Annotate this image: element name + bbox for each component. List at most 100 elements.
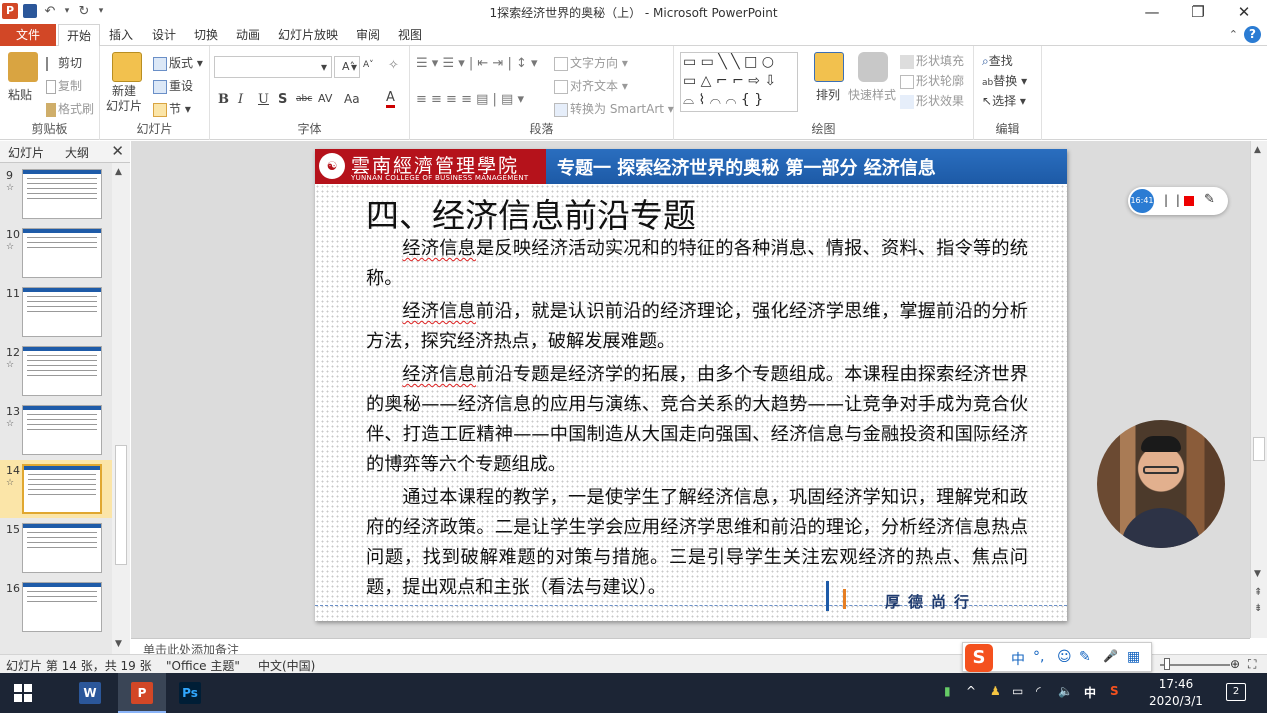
replace-button[interactable]: ab替换 ▾ [982,72,1027,89]
scroll-up-icon[interactable]: ▲ [115,167,122,177]
scroll-up-icon[interactable]: ▲ [1254,145,1261,155]
shrink-font-button[interactable]: A˅ [363,60,374,70]
action-center-icon[interactable]: 2 [1226,683,1246,701]
fit-to-window-icon[interactable]: ⛶ [1248,657,1256,672]
align-text-button[interactable]: 对齐文本 ▾ [554,77,628,94]
shape-fill-button[interactable]: 形状填充 [900,52,964,69]
volume-icon[interactable]: 🔈 [1058,684,1073,698]
change-case-button[interactable]: Aa [344,92,360,106]
scroll-thumb[interactable] [1253,437,1265,461]
tab-slides[interactable]: 幻灯片 [8,144,44,161]
topic-header[interactable]: 专题一 探索经济世界的奥秘 第一部分 经济信息 [557,154,936,180]
paste-button[interactable]: 粘贴 [8,86,32,103]
scroll-thumb[interactable] [115,445,127,565]
help-icon[interactable]: ? [1244,26,1261,43]
scroll-down-icon[interactable]: ▼ [1254,569,1261,579]
ime-emoji-icon[interactable]: ☺ [1057,649,1072,665]
ime-toolbar[interactable]: S 中 °, ☺ ✎ 🎤 ▦ [962,642,1152,672]
sogou-ime-logo-icon[interactable]: S [965,644,993,672]
taskbar-powerpoint[interactable]: P [118,673,166,713]
battery-icon[interactable]: ▮ [944,684,951,698]
shapes-gallery[interactable]: ▭ ▭ ╲ ╲ □ ○ ▭ △ ⌐ ⌐ ⇨ ⇩ ⌓ ⌇ ⌒ ⌒ { } [680,52,798,112]
slide-thumbnail-13[interactable]: 13 ☆ [0,401,112,459]
pause-recording-icon[interactable]: | | [1164,193,1182,207]
minimize-button[interactable]: — [1129,0,1175,24]
ime-toolbox-icon[interactable]: ▦ [1127,649,1140,665]
new-slide-icon[interactable] [112,52,142,82]
tab-slideshow[interactable]: 幻灯片放映 [270,24,346,46]
tab-outline[interactable]: 大纲 [65,144,89,161]
shape-outline-button[interactable]: 形状轮廓 [900,72,964,89]
copy-button[interactable]: 复制 [46,77,82,94]
section-button[interactable]: 节 ▾ [153,100,191,117]
tab-file[interactable]: 文件 [0,24,56,46]
slide-title[interactable]: 四、经济信息前沿专题 [366,189,696,237]
strikethrough-button[interactable]: abc [296,94,312,104]
thumbnail-scrollbar[interactable]: ▲ ▼ [112,163,130,654]
clear-format-button[interactable]: ✧ [388,58,399,73]
quick-styles-button[interactable]: 快速样式 [848,86,896,103]
sogou-tray-icon[interactable]: S [1110,684,1119,698]
tab-home[interactable]: 开始 [58,24,101,47]
slide-thumbnail-12[interactable]: 12 ☆ [0,342,112,400]
screen-recorder-widget[interactable]: 16:41 | | ✎ [1128,187,1228,215]
arrange-button[interactable]: 排列 [816,86,840,103]
shape-effects-button[interactable]: 形状效果 [900,92,964,109]
slide-thumbnail-15[interactable]: 15 [0,519,112,577]
ime-handwriting-icon[interactable]: ✎ [1079,649,1091,665]
input-language-indicator[interactable]: 中 [1084,684,1096,701]
tab-insert[interactable]: 插入 [101,24,141,46]
previous-slide-icon[interactable]: ⇞ [1254,587,1262,598]
ime-language-toggle[interactable]: 中 [1011,649,1025,669]
select-button[interactable]: ↖选择 ▾ [982,92,1026,109]
close-pane-icon[interactable]: ✕ [111,142,124,160]
text-direction-button[interactable]: 文字方向 ▾ [554,54,628,71]
slide-thumbnail-14[interactable]: 14 ☆ [0,460,112,518]
collapse-ribbon-icon[interactable]: ⌃ [1229,28,1238,41]
smartart-button[interactable]: 转换为 SmartArt ▾ [554,100,674,117]
font-color-button[interactable]: A [386,90,395,108]
taskbar-photoshop[interactable]: Ps [166,673,214,713]
close-button[interactable]: ✕ [1221,0,1267,24]
taskbar-word[interactable]: W [66,673,114,713]
new-slide-button[interactable]: 新建 幻灯片 [106,84,142,114]
language-status[interactable]: 中文(中国) [258,657,315,674]
align-buttons[interactable]: ≡ ≡ ≡ ≡ ▤ | ▤ ▾ [416,92,524,107]
slide-canvas[interactable]: ☯ 雲南經濟管理學院 YUNNAN COLLEGE OF BUSINESS MA… [315,149,1067,621]
underline-button[interactable]: U [258,92,269,107]
bullets-button[interactable]: ☰ ▾ ☰ ▾ | ⇤ ⇥ | ↕ ▾ [416,56,538,71]
ime-punctuation-toggle[interactable]: °, [1033,649,1044,665]
restore-button[interactable]: ❐ [1175,0,1221,24]
bold-button[interactable]: B [218,92,229,107]
slide-scrollbar[interactable]: ▲ ▼ ⇞ ⇟ [1250,141,1267,638]
slide-thumbnail-9[interactable]: 9 ☆ [0,165,112,223]
italic-button[interactable]: I [238,92,243,107]
zoom-slider[interactable] [1160,664,1230,666]
start-button-icon[interactable] [14,684,32,702]
notes-placeholder[interactable]: 单击此处添加备注 [143,641,239,654]
find-button[interactable]: ⌕查找 [982,52,1013,69]
format-painter-button[interactable]: 格式刷 [46,100,94,117]
shadow-button[interactable]: S [278,92,287,107]
ime-voice-icon[interactable]: 🎤 [1103,649,1118,663]
tab-review[interactable]: 审阅 [348,24,388,46]
slide-body-text[interactable]: 经济信息是反映经济活动实况和的特征的各种消息、情报、资料、指令等的统称。 经济信… [366,234,1028,606]
char-spacing-button[interactable]: AV [318,92,332,105]
paste-icon[interactable] [8,52,38,82]
tab-animations[interactable]: 动画 [228,24,268,46]
arrange-icon[interactable] [814,52,844,82]
slide-thumbnail-16[interactable]: 16 [0,578,112,636]
zoom-slider-knob[interactable] [1164,658,1170,670]
wifi-icon[interactable]: ◜ [1036,684,1041,698]
pen-icon[interactable]: ✎ [1204,192,1215,207]
tray-app-icon[interactable]: ♟ [990,684,1001,698]
tab-design[interactable]: 设计 [144,24,184,46]
network-icon[interactable]: ▭ [1012,684,1023,698]
show-hidden-icons-icon[interactable]: ^ [966,684,976,698]
tab-transitions[interactable]: 切换 [186,24,226,46]
reset-button[interactable]: 重设 [153,77,193,94]
quick-styles-icon[interactable] [858,52,888,82]
slide-thumbnail-10[interactable]: 10 ☆ [0,224,112,282]
taskbar-clock[interactable]: 17:46 2020/3/1 [1148,676,1204,710]
zoom-in-icon[interactable]: ⊕ [1230,657,1240,671]
